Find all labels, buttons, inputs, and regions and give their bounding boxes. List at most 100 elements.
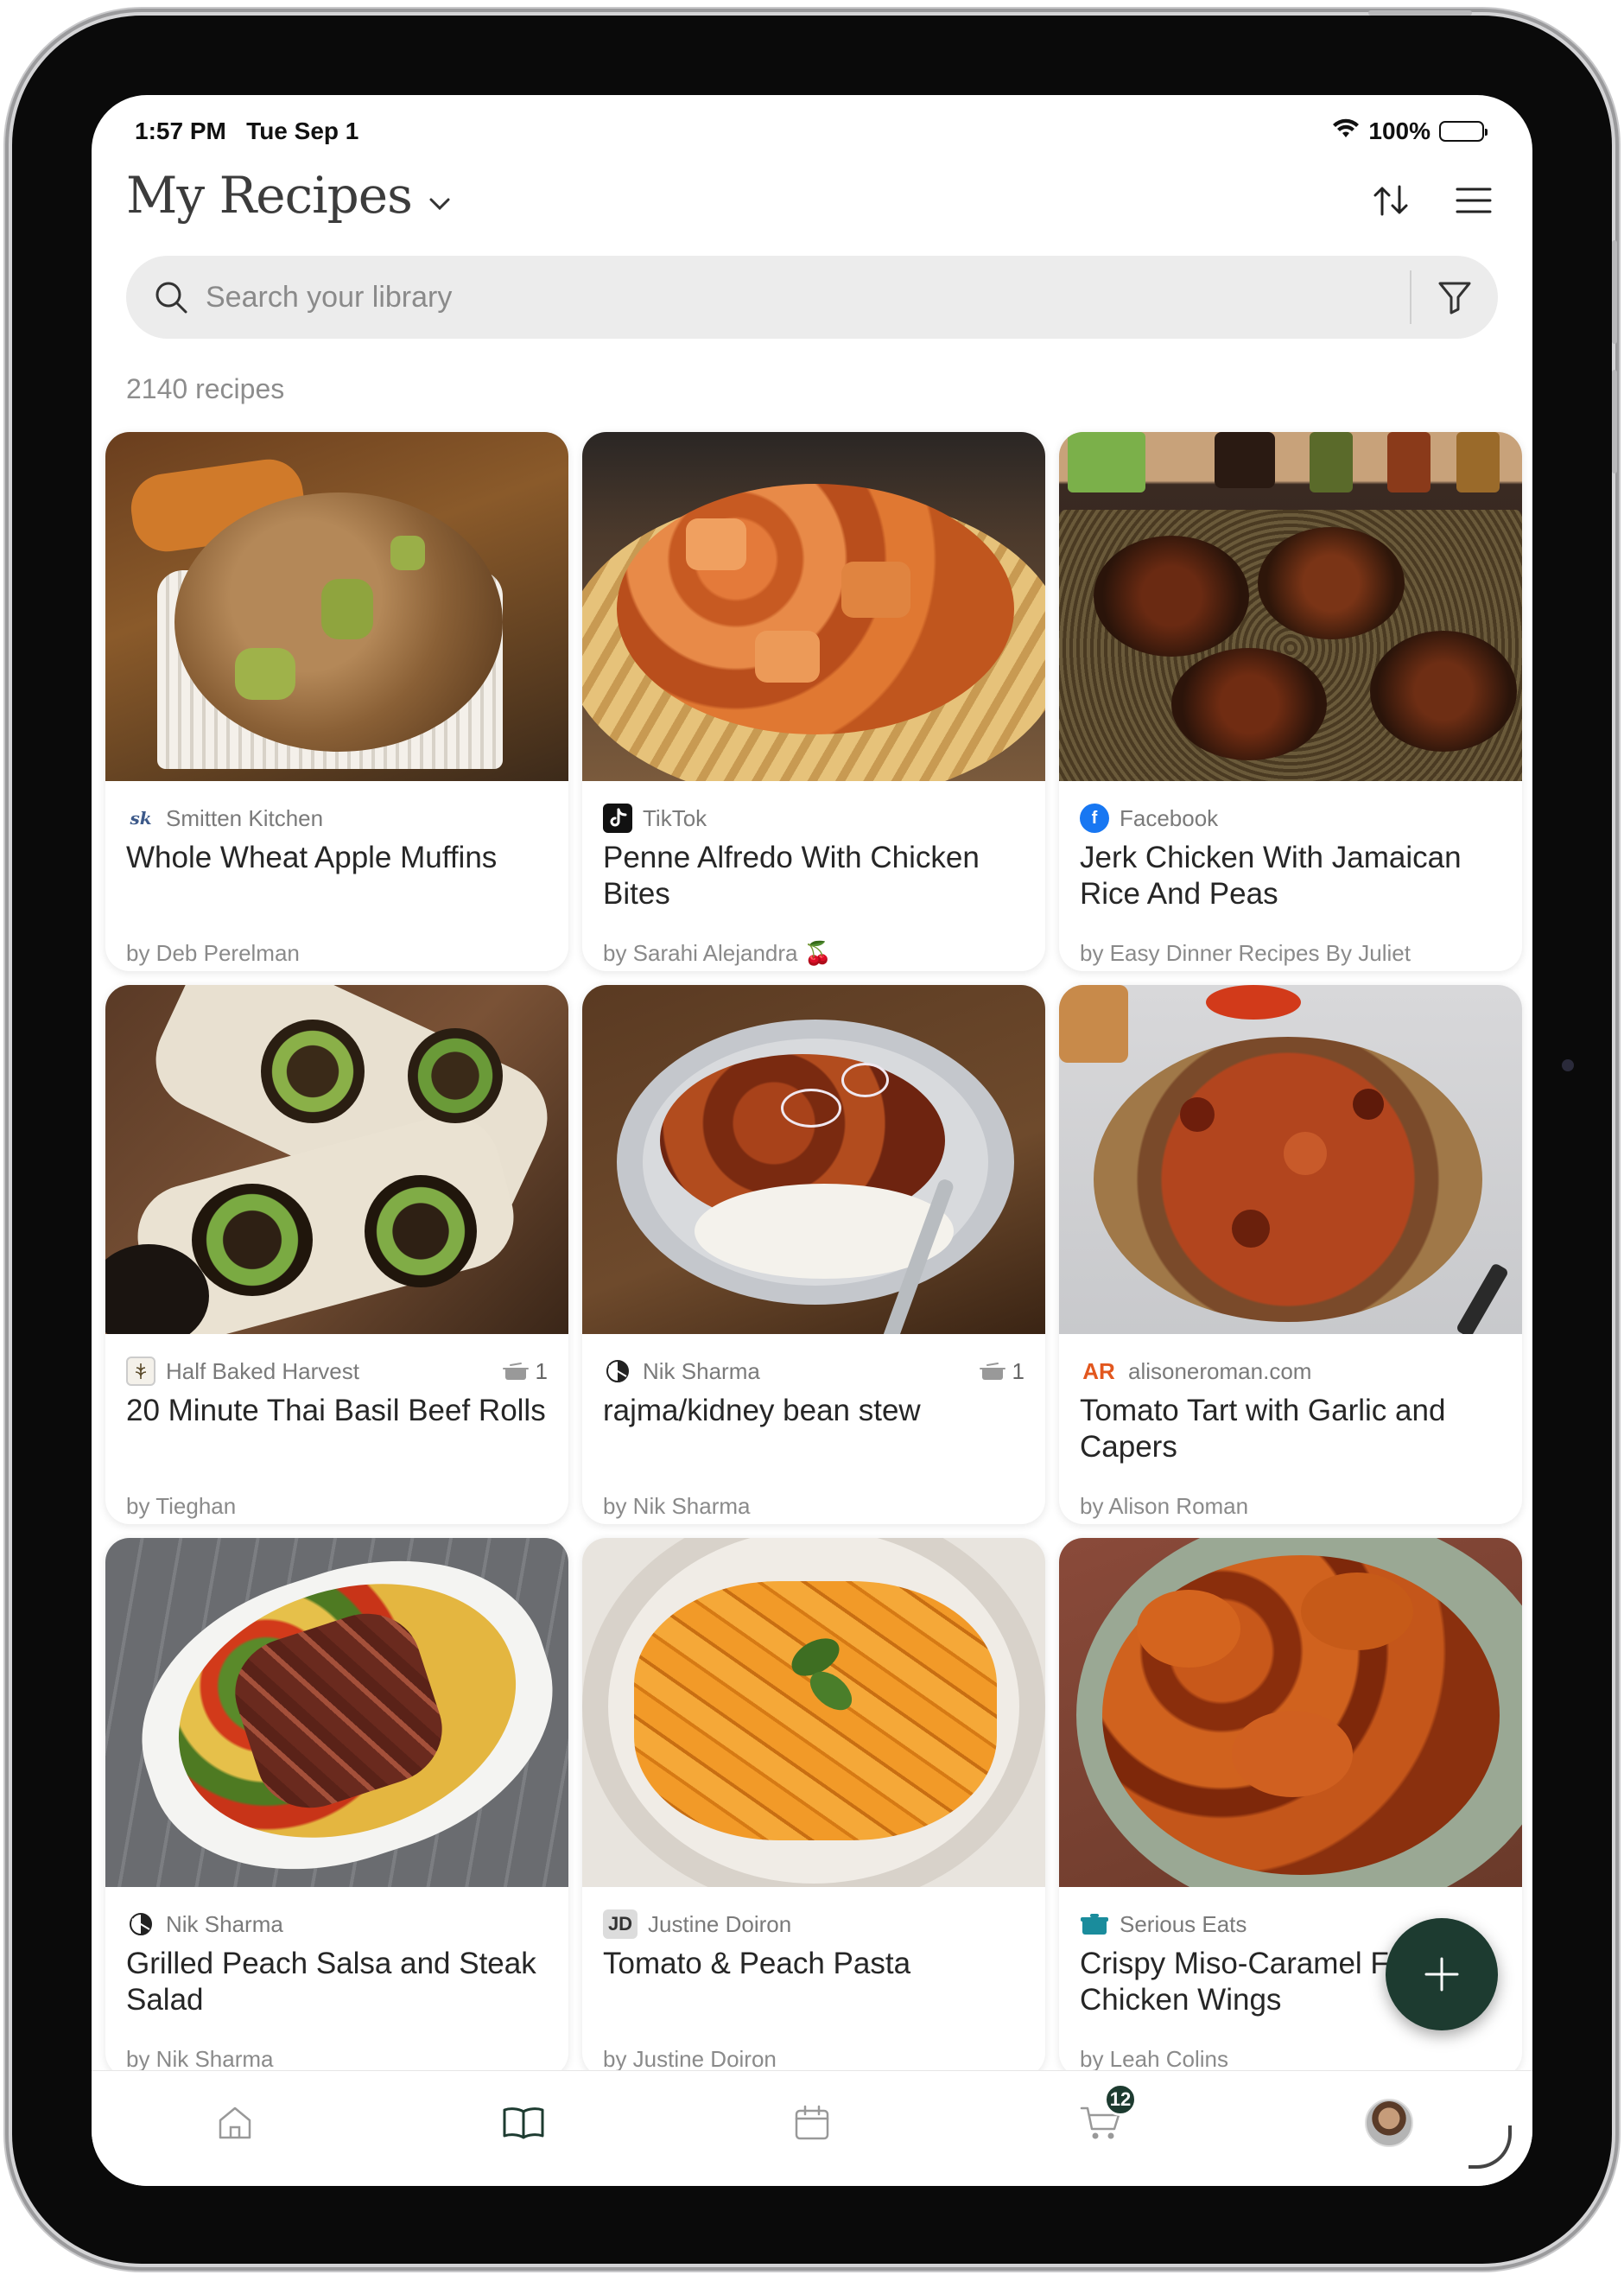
recipe-card[interactable]: AR alisoneroman.com Tomato Tart with Gar… bbox=[1059, 985, 1522, 1524]
library-title-dropdown[interactable]: My Recipes bbox=[126, 166, 452, 225]
recipe-card[interactable]: TikTok Penne Alfredo With Chicken Bites … bbox=[582, 432, 1045, 971]
recipe-author: by Justine Doiron bbox=[603, 2046, 777, 2072]
recipe-meta: JD Justine Doiron Tomato & Peach Pasta b… bbox=[603, 1908, 1025, 2077]
recipe-author: by Nik Sharma bbox=[603, 1493, 751, 1519]
recipe-photo bbox=[1059, 432, 1522, 781]
cooked-count: 1 bbox=[979, 1358, 1025, 1385]
recipe-card[interactable]: Half Baked Harvest 1 20 Minute Thai Basi… bbox=[105, 985, 568, 1524]
recipe-author: by Tieghan bbox=[126, 1493, 237, 1519]
half-baked-harvest-icon bbox=[126, 1357, 155, 1386]
home-icon bbox=[219, 2106, 251, 2139]
page-title: My Recipes bbox=[126, 166, 413, 225]
tab-home[interactable] bbox=[200, 2088, 270, 2157]
recipe-card[interactable]: Nik Sharma Grilled Peach Salsa and Steak… bbox=[105, 1538, 568, 2077]
recipe-photo bbox=[105, 985, 568, 1334]
open-book-icon bbox=[503, 2107, 544, 2139]
filter-button[interactable] bbox=[1411, 256, 1498, 339]
recipe-author: by Nik Sharma bbox=[126, 2046, 274, 2072]
header-actions bbox=[1367, 176, 1498, 225]
pot-icon bbox=[979, 1363, 1005, 1380]
nik-sharma-icon bbox=[126, 1909, 155, 1939]
tab-bar: 12 bbox=[92, 2070, 1532, 2186]
sort-button[interactable] bbox=[1367, 176, 1415, 225]
tab-groceries[interactable]: 12 bbox=[1066, 2083, 1137, 2157]
pot-icon bbox=[502, 1363, 529, 1380]
recipe-photo bbox=[1059, 985, 1522, 1334]
status-right: 100% bbox=[1332, 118, 1488, 145]
recipe-meta: TikTok Penne Alfredo With Chicken Bites … bbox=[603, 802, 1025, 971]
top-button bbox=[1368, 10, 1472, 16]
recipe-author: by Easy Dinner Recipes By Juliet bbox=[1080, 940, 1411, 966]
add-recipe-button[interactable] bbox=[1386, 1918, 1498, 2030]
recipe-card[interactable]: f Facebook Jerk Chicken With Jamaican Ri… bbox=[1059, 432, 1522, 971]
recipe-meta: Half Baked Harvest 1 20 Minute Thai Basi… bbox=[126, 1355, 548, 1524]
cart-count-badge: 12 bbox=[1104, 2083, 1137, 2116]
tab-meal-plan[interactable] bbox=[777, 2088, 847, 2157]
camera-dot bbox=[1562, 1059, 1574, 1071]
filter-icon bbox=[1438, 282, 1471, 315]
justine-doiron-icon: JD bbox=[603, 1909, 638, 1939]
search-bar bbox=[126, 256, 1498, 339]
chevron-down-icon bbox=[428, 166, 452, 225]
hamburger-icon bbox=[1456, 187, 1492, 213]
recipe-meta: f Facebook Jerk Chicken With Jamaican Ri… bbox=[1080, 802, 1501, 971]
screen: 1:57 PM Tue Sep 1 100% My Recipes Search… bbox=[92, 95, 1532, 2186]
facebook-icon: f bbox=[1080, 804, 1109, 833]
search-icon bbox=[152, 278, 190, 316]
nik-sharma-icon bbox=[603, 1357, 632, 1386]
alison-roman-icon: AR bbox=[1082, 1357, 1115, 1384]
recipe-meta: Nik Sharma 1 rajma/kidney bean stew by N… bbox=[603, 1355, 1025, 1524]
recipe-source: Nik Sharma bbox=[126, 1908, 548, 1941]
recipe-photo bbox=[105, 432, 568, 781]
recipe-author: by Sarahi Alejandra 🍒 bbox=[603, 940, 833, 966]
tab-recipes[interactable] bbox=[489, 2088, 558, 2157]
smitten-kitchen-icon: sk bbox=[130, 808, 152, 829]
recipe-card[interactable]: JD Justine Doiron Tomato & Peach Pasta b… bbox=[582, 1538, 1045, 2077]
cooked-count: 1 bbox=[502, 1358, 548, 1385]
status-time: 1:57 PM Tue Sep 1 bbox=[135, 118, 359, 144]
recipe-author: by Leah Colins bbox=[1080, 2046, 1228, 2072]
tiktok-icon bbox=[603, 804, 632, 833]
serious-eats-icon bbox=[1080, 1909, 1109, 1939]
sort-icon bbox=[1373, 185, 1408, 216]
recipe-card[interactable]: sk Smitten Kitchen Whole Wheat Apple Muf… bbox=[105, 432, 568, 971]
search-input[interactable] bbox=[206, 271, 1410, 323]
status-bar: 1:57 PM Tue Sep 1 100% bbox=[92, 107, 1532, 150]
recipe-grid: sk Smitten Kitchen Whole Wheat Apple Muf… bbox=[105, 432, 1522, 2077]
recipe-source: TikTok bbox=[603, 802, 1025, 835]
recipe-photo bbox=[582, 1538, 1045, 1887]
recipe-title: Penne Alfredo With Chicken Bites bbox=[603, 841, 980, 911]
recipe-photo bbox=[105, 1538, 568, 1887]
avatar bbox=[1365, 2099, 1413, 2147]
menu-button[interactable] bbox=[1450, 176, 1498, 225]
recipe-title: Whole Wheat Apple Muffins bbox=[126, 841, 498, 874]
recipe-title: Jerk Chicken With Jamaican Rice And Peas bbox=[1080, 841, 1462, 911]
recipe-meta: AR alisoneroman.com Tomato Tart with Gar… bbox=[1080, 1355, 1501, 1524]
battery-icon bbox=[1439, 121, 1488, 142]
recipe-title: rajma/kidney bean stew bbox=[603, 1394, 921, 1427]
header: My Recipes bbox=[126, 166, 1498, 244]
recipe-count: 2140 recipes bbox=[126, 373, 285, 404]
recipe-source: Nik Sharma 1 bbox=[603, 1355, 1025, 1388]
recipe-photo bbox=[582, 432, 1045, 781]
recipe-title: 20 Minute Thai Basil Beef Rolls bbox=[126, 1394, 546, 1427]
recipe-source: AR alisoneroman.com bbox=[1080, 1355, 1501, 1388]
recipe-photo bbox=[582, 985, 1045, 1334]
recipe-source: f Facebook bbox=[1080, 802, 1501, 835]
recipe-card[interactable]: Nik Sharma 1 rajma/kidney bean stew by N… bbox=[582, 985, 1045, 1524]
recipe-title: Tomato & Peach Pasta bbox=[603, 1947, 911, 1980]
wifi-icon bbox=[1332, 118, 1360, 145]
plus-icon bbox=[1424, 1957, 1459, 1992]
recipe-title: Tomato Tart with Garlic and Capers bbox=[1080, 1394, 1446, 1464]
recipe-source: Half Baked Harvest 1 bbox=[126, 1355, 548, 1388]
recipe-author: by Alison Roman bbox=[1080, 1493, 1249, 1519]
recipe-source: sk Smitten Kitchen bbox=[126, 802, 548, 835]
power-button bbox=[1612, 370, 1617, 473]
battery-percent: 100% bbox=[1368, 118, 1431, 144]
recipe-title: Grilled Peach Salsa and Steak Salad bbox=[126, 1947, 536, 2017]
resize-corner bbox=[1469, 2125, 1512, 2169]
recipe-meta: Nik Sharma Grilled Peach Salsa and Steak… bbox=[126, 1908, 548, 2077]
recipe-photo bbox=[1059, 1538, 1522, 1887]
calendar-icon bbox=[795, 2105, 829, 2140]
tab-profile[interactable] bbox=[1354, 2088, 1424, 2157]
